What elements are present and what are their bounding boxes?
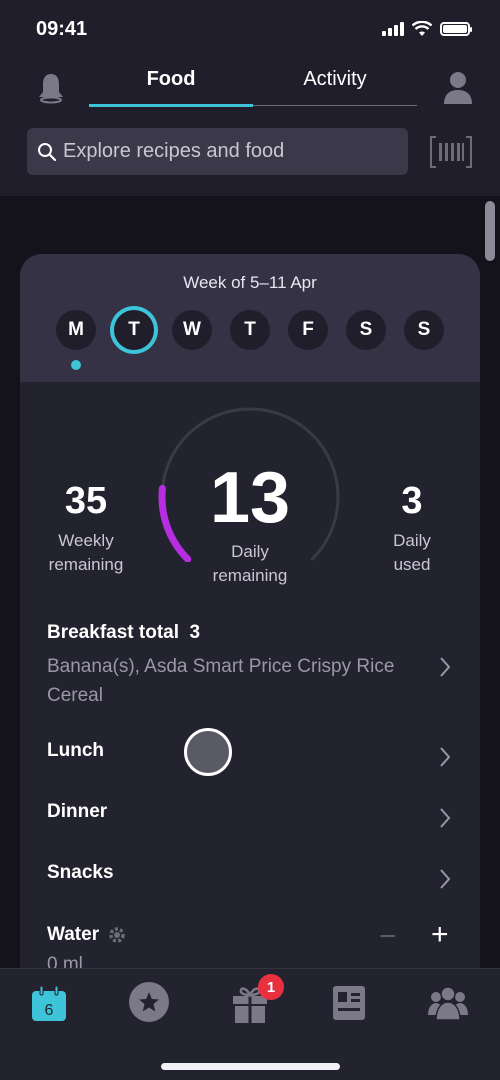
daily-tracker-card: Week of 5–11 Apr M T W T F S S 35 Weekly… <box>20 254 480 994</box>
weekly-remaining-value: 35 <box>64 480 108 522</box>
day-list: M T W T F S S <box>56 310 444 370</box>
daily-used-stat: 3 Daily used <box>372 480 452 577</box>
tab-food[interactable]: Food <box>89 62 253 107</box>
day-label: S <box>359 319 373 340</box>
daily-remaining-label: Daily remaining <box>212 542 288 585</box>
search-bar[interactable] <box>27 128 408 175</box>
chevron-right-icon <box>440 747 451 767</box>
day-label: S <box>417 319 431 340</box>
status-time: 09:41 <box>36 18 88 40</box>
daily-remaining-value: 13 <box>209 458 291 538</box>
tab-articles[interactable] <box>332 985 372 1025</box>
rewards-badge: 1 <box>258 974 284 1000</box>
lunch-title: Lunch <box>47 740 104 761</box>
day-sunday[interactable]: S <box>404 310 444 350</box>
scrollbar[interactable] <box>485 201 495 261</box>
logged-dot <box>71 360 81 370</box>
gauge-used-arc <box>158 484 192 562</box>
gear-icon[interactable] <box>107 925 127 945</box>
meal-snacks[interactable]: Snacks <box>47 862 460 892</box>
chevron-right-icon <box>440 657 451 677</box>
week-title: Week of 5–11 Apr <box>183 273 317 292</box>
calendar-icon: 6 <box>32 985 66 1021</box>
snacks-title: Snacks <box>47 862 114 883</box>
daily-used-value: 3 <box>401 480 423 522</box>
daily-used-label: Daily used <box>393 531 431 574</box>
signal-icon <box>382 22 404 36</box>
chevron-right-icon <box>440 808 451 828</box>
meal-lunch[interactable]: Lunch <box>47 740 460 770</box>
weekly-remaining-label: Weekly remaining <box>48 531 124 574</box>
home-indicator[interactable] <box>161 1063 340 1070</box>
battery-icon <box>440 22 472 36</box>
tab-community[interactable] <box>428 985 468 1025</box>
dinner-title: Dinner <box>47 801 108 822</box>
day-friday[interactable]: F <box>288 310 328 350</box>
day-label: T <box>128 319 140 340</box>
status-icons <box>382 21 472 37</box>
chevron-right-icon <box>440 869 451 889</box>
meal-dinner[interactable]: Dinner <box>47 801 460 831</box>
profile-icon[interactable] <box>442 70 474 104</box>
water-increase-button[interactable]: + <box>431 918 449 952</box>
day-saturday[interactable]: S <box>346 310 386 350</box>
tab-activity[interactable]: Activity <box>253 62 417 105</box>
day-monday[interactable]: M <box>56 310 96 370</box>
day-label: T <box>244 319 256 340</box>
water-title: Water <box>47 924 100 945</box>
barcode-scanner-icon[interactable] <box>430 136 472 168</box>
daily-remaining-stat: 13 Daily remaining <box>190 462 310 588</box>
weekly-remaining-stat: 35 Weekly remaining <box>34 480 138 577</box>
bell-icon[interactable] <box>36 72 66 104</box>
water-decrease-button[interactable]: − <box>379 920 397 954</box>
search-icon <box>38 142 57 161</box>
app-header: 09:41 Food Activity <box>0 0 500 196</box>
star-icon <box>129 982 169 1022</box>
wifi-icon <box>412 21 432 36</box>
day-tuesday[interactable]: T <box>114 310 154 350</box>
day-thursday[interactable]: T <box>230 310 270 350</box>
tab-today[interactable]: 6 <box>30 985 70 1025</box>
day-label: F <box>302 319 314 340</box>
day-label: W <box>183 319 201 340</box>
search-input[interactable] <box>63 140 383 163</box>
news-icon <box>333 986 365 1020</box>
touch-indicator <box>184 728 232 776</box>
week-selector: Week of 5–11 Apr M T W T F S S <box>20 254 480 382</box>
tab-favourites[interactable] <box>128 981 169 1022</box>
meal-breakfast[interactable]: Breakfast total 3 Banana(s), Asda Smart … <box>47 622 460 710</box>
day-label: M <box>68 319 84 340</box>
group-icon <box>428 986 468 1021</box>
breakfast-title: Breakfast total 3 <box>47 622 201 643</box>
calendar-date: 6 <box>45 1002 54 1019</box>
food-activity-tabs: Food Activity <box>89 62 417 107</box>
breakfast-items: Banana(s), Asda Smart Price Crispy Rice … <box>47 656 395 706</box>
day-wednesday[interactable]: W <box>172 310 212 350</box>
